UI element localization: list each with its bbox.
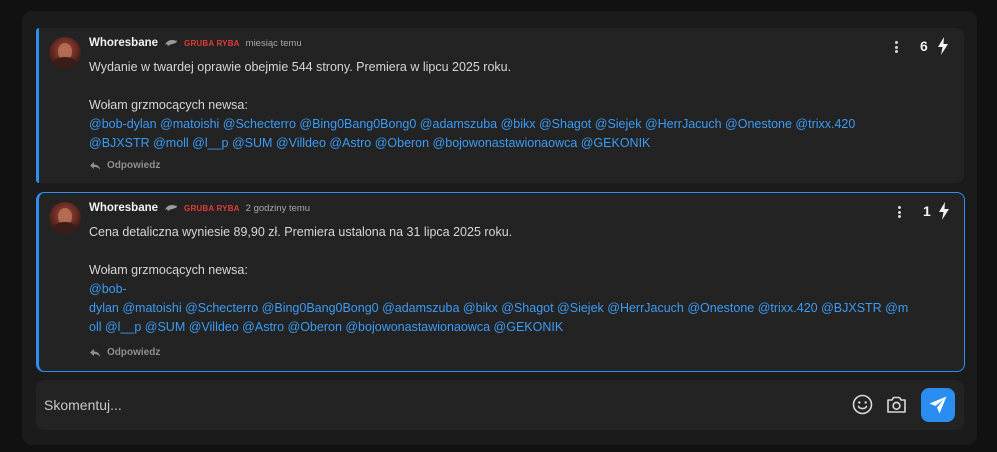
lightning-bolt-icon[interactable]: [938, 202, 950, 220]
vote-count: 6: [920, 38, 928, 54]
reply-label: Odpowiedz: [107, 160, 161, 171]
reply-label: Odpowiedz: [107, 347, 161, 358]
mention-line[interactable]: @BJXSTR @moll @l__p @SUM @Villdeo @Astro…: [89, 134, 959, 153]
rank-badge: GRUBA RYBA: [184, 203, 240, 213]
comment-timestamp: 2 godziny temu: [245, 202, 311, 214]
mention-line[interactable]: @bob-dylan @matoishi @Schecterro @Bing0B…: [89, 115, 959, 134]
call-text: Wołam grzmocących newsa:: [89, 98, 248, 112]
comment-header: Whoresbane GRUBA RYBA miesiąc temu: [89, 37, 302, 49]
comment-header: Whoresbane GRUBA RYBA 2 godziny temu: [89, 202, 310, 214]
comment-body: Wydanie w twardej oprawie obejmie 544 st…: [89, 58, 959, 153]
paper-plane-icon: [929, 396, 947, 414]
reply-button[interactable]: Odpowiedz: [89, 160, 160, 171]
call-text: Wołam grzmocących newsa:: [89, 263, 248, 277]
comment-item: Whoresbane GRUBA RYBA miesiąc temu 6 Wyd…: [36, 28, 964, 183]
mention-line[interactable]: oll @l__p @SUM @Villdeo @Astro @Oberon @…: [89, 318, 959, 337]
camera-icon[interactable]: [886, 395, 907, 414]
send-button[interactable]: [921, 388, 955, 422]
vote-count: 1: [923, 203, 931, 219]
comment-text: Wydanie w twardej oprawie obejmie 544 st…: [89, 60, 512, 74]
kebab-menu-icon[interactable]: [897, 206, 901, 218]
mention-line[interactable]: dylan @matoishi @Schecterro @Bing0Bang0B…: [89, 299, 959, 318]
avatar[interactable]: [49, 202, 81, 234]
comment-item: Whoresbane GRUBA RYBA 2 godziny temu 1 C…: [36, 192, 965, 372]
author-name[interactable]: Whoresbane: [89, 202, 158, 214]
comment-text: Cena detaliczna wyniesie 89,90 zł. Premi…: [89, 225, 513, 239]
rank-badge: GRUBA RYBA: [184, 38, 240, 48]
dolphin-icon: [165, 205, 178, 211]
reply-button[interactable]: Odpowiedz: [89, 347, 160, 358]
reply-arrow-icon: [90, 348, 100, 357]
avatar[interactable]: [49, 37, 81, 69]
comment-timestamp: miesiąc temu: [245, 37, 302, 49]
dolphin-icon: [165, 40, 178, 46]
mention-line[interactable]: @bob-: [89, 280, 959, 299]
reply-arrow-icon: [90, 161, 100, 170]
author-name[interactable]: Whoresbane: [89, 37, 158, 49]
comment-input[interactable]: [44, 394, 804, 416]
comment-body: Cena detaliczna wyniesie 89,90 zł. Premi…: [89, 223, 959, 337]
smiley-icon[interactable]: [852, 394, 873, 415]
kebab-menu-icon[interactable]: [894, 41, 898, 53]
comment-composer: [36, 380, 964, 430]
lightning-bolt-icon[interactable]: [937, 37, 949, 55]
